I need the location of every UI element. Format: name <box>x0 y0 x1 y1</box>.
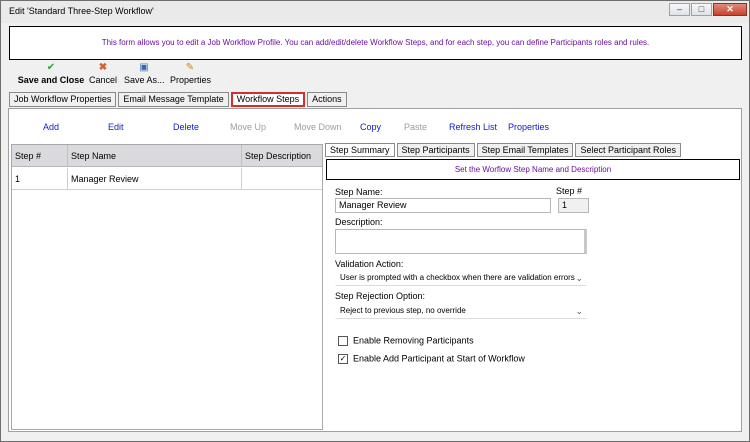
step-rejection-label: Step Rejection Option: <box>335 291 426 301</box>
step-number-label: Step # <box>556 186 583 196</box>
tab-select-participant-roles[interactable]: Select Participant Roles <box>575 143 682 157</box>
save-as-label: Save As... <box>124 75 165 85</box>
enable-add-participant-checkbox[interactable]: ✓ <box>338 353 348 364</box>
tab-step-participants[interactable]: Step Participants <box>396 143 475 157</box>
enable-add-participant-label: Enable Add Participant at Start of Workf… <box>353 353 525 364</box>
tab-job-workflow-properties[interactable]: Job Workflow Properties <box>9 92 117 107</box>
enable-add-participant-option[interactable]: ✓ Enable Add Participant at Start of Work… <box>338 352 525 364</box>
maximize-button[interactable]: □ <box>691 3 712 16</box>
paste-step-link[interactable]: Paste <box>404 122 427 132</box>
main-tab-strip: Job Workflow Properties Email Message Te… <box>9 92 347 107</box>
validation-action-value: User is prompted with a checkbox when th… <box>340 273 575 282</box>
validation-action-select[interactable]: User is prompted with a checkbox when th… <box>335 269 587 286</box>
save-as-button[interactable]: ▣ Save As... <box>124 61 165 89</box>
toolbar: ✔ Save and Close ✖ Cancel ▣ Save As... ✎… <box>9 61 742 89</box>
step-rejection-select[interactable]: Reject to previous step, no override ⌄ <box>335 302 587 319</box>
step-rejection-value: Reject to previous step, no override <box>340 306 466 315</box>
cell-step-number: 1 <box>12 168 68 190</box>
column-header-step-number[interactable]: Step # <box>12 145 68 167</box>
save-and-close-button[interactable]: ✔ Save and Close <box>9 61 93 89</box>
step-name-label: Step Name: <box>335 187 383 197</box>
column-header-step-name[interactable]: Step Name <box>68 145 242 167</box>
grid-header: Step # Step Name Step Description <box>12 145 322 167</box>
minimize-button[interactable]: – <box>669 3 690 16</box>
enable-removing-participants-option[interactable]: Enable Removing Participants <box>338 334 474 346</box>
properties-label: Properties <box>170 75 212 85</box>
delete-step-link[interactable]: Delete <box>173 122 199 132</box>
chevron-down-icon: ⌄ <box>575 273 583 283</box>
cancel-label: Cancel <box>89 75 118 85</box>
tab-step-summary[interactable]: Step Summary <box>325 143 395 157</box>
properties-icon: ✎ <box>185 62 195 73</box>
add-step-link[interactable]: Add <box>43 122 59 132</box>
step-properties-link[interactable]: Properties <box>508 122 549 132</box>
table-row[interactable]: 1 Manager Review <box>12 168 322 190</box>
description-label: Description: <box>335 217 383 227</box>
step-actions-bar: Add Edit Delete Move Up Move Down Copy P… <box>9 119 741 135</box>
cell-step-description <box>242 168 322 190</box>
step-name-input[interactable]: Manager Review <box>335 198 551 213</box>
move-down-link[interactable]: Move Down <box>294 122 342 132</box>
checkmark-circle-icon: ✔ <box>46 62 56 73</box>
properties-button[interactable]: ✎ Properties <box>170 61 212 89</box>
move-up-link[interactable]: Move Up <box>230 122 266 132</box>
floppy-disk-icon: ▣ <box>139 62 149 73</box>
enable-removing-participants-checkbox[interactable] <box>338 335 348 346</box>
description-textarea[interactable] <box>335 229 587 254</box>
cell-step-name: Manager Review <box>68 168 242 190</box>
title-bar[interactable]: Edit 'Standard Three-Step Workflow' – □ … <box>1 1 749 23</box>
column-header-step-description[interactable]: Step Description <box>242 145 322 167</box>
window-title: Edit 'Standard Three-Step Workflow' <box>9 6 154 16</box>
x-icon: ✖ <box>98 62 108 73</box>
tab-email-message-template[interactable]: Email Message Template <box>118 92 229 107</box>
save-and-close-label: Save and Close <box>17 75 85 85</box>
window-controls: – □ ✕ <box>669 3 747 16</box>
step-summary-description: Set the Worflow Step Name and Descriptio… <box>326 159 740 180</box>
step-detail-tab-strip: Step Summary Step Participants Step Emai… <box>325 143 682 157</box>
refresh-list-link[interactable]: Refresh List <box>449 122 497 132</box>
tab-step-email-templates[interactable]: Step Email Templates <box>476 143 574 157</box>
chevron-down-icon: ⌄ <box>575 306 583 316</box>
validation-action-label: Validation Action: <box>335 259 404 269</box>
edit-workflow-window: Edit 'Standard Three-Step Workflow' – □ … <box>0 0 750 442</box>
copy-step-link[interactable]: Copy <box>360 122 381 132</box>
step-number-input[interactable]: 1 <box>558 198 589 213</box>
tab-actions[interactable]: Actions <box>307 92 347 107</box>
form-description: This form allows you to edit a Job Workf… <box>9 26 742 60</box>
tab-workflow-steps[interactable]: Workflow Steps <box>230 92 306 107</box>
steps-grid: Step # Step Name Step Description 1 Mana… <box>11 144 323 430</box>
workflow-steps-panel: Add Edit Delete Move Up Move Down Copy P… <box>8 108 742 432</box>
cancel-button[interactable]: ✖ Cancel <box>89 61 117 89</box>
close-button[interactable]: ✕ <box>713 3 747 16</box>
enable-removing-participants-label: Enable Removing Participants <box>353 335 474 346</box>
edit-step-link[interactable]: Edit <box>108 122 124 132</box>
